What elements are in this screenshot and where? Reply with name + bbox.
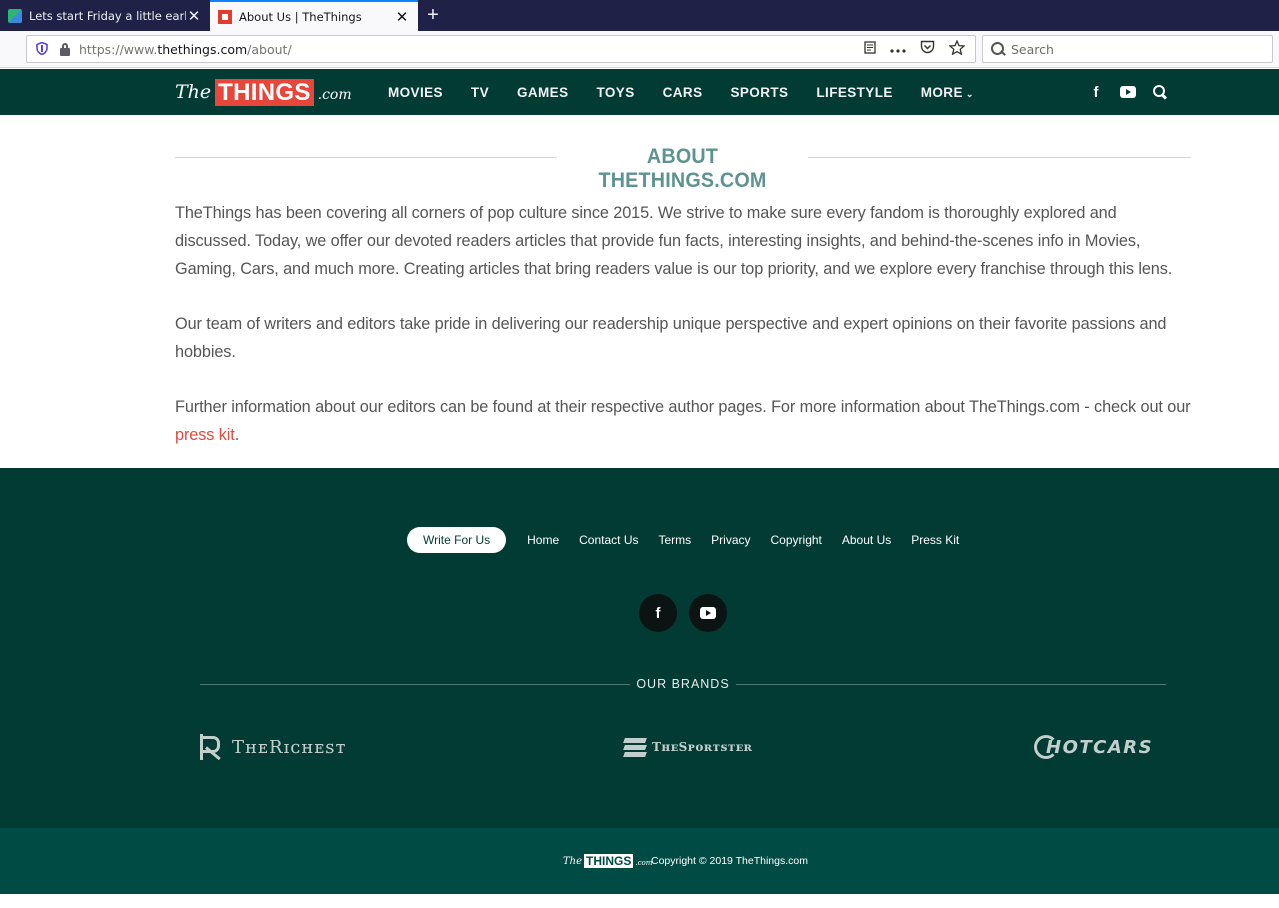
browser-search-input[interactable] <box>1011 41 1251 57</box>
url-bar[interactable]: https://www.thethings.com/about/ <box>26 35 976 63</box>
brand-therichest-logo[interactable]: TʜᴇRɪᴄʜᴇꜱᴛ <box>200 730 347 764</box>
footer-link-about[interactable]: About Us <box>842 533 891 547</box>
brands-label: OUR BRANDS <box>636 677 730 691</box>
site-logo[interactable]: The THINGS .com <box>175 78 352 106</box>
browser-tab-2[interactable]: About Us | TheThings ✕ <box>210 0 418 31</box>
facebook-icon[interactable]: f <box>1088 84 1104 101</box>
search-icon[interactable] <box>1152 84 1168 100</box>
close-tab-icon[interactable]: ✕ <box>186 8 202 24</box>
footer-link-home[interactable]: Home <box>527 533 559 547</box>
title-divider <box>808 157 1191 158</box>
bookmark-star-icon[interactable] <box>948 38 966 59</box>
reader-view-icon[interactable] <box>864 40 876 58</box>
search-icon <box>991 42 1005 56</box>
url-text[interactable]: https://www.thethings.com/about/ <box>79 42 864 57</box>
footer-link-copyright[interactable]: Copyright <box>771 533 822 547</box>
footer-youtube-button[interactable] <box>689 594 727 632</box>
page-actions-icon[interactable] <box>890 42 906 57</box>
about-paragraph-3: Further information about our editors ca… <box>175 398 1191 444</box>
nav-cars[interactable]: CARS <box>663 85 703 100</box>
thesportster-mark-icon <box>623 737 647 757</box>
page-title: ABOUT THETHINGS.COM <box>598 145 767 192</box>
footer-link-contact[interactable]: Contact Us <box>579 533 638 547</box>
about-paragraph-2: Our team of writers and editors take pri… <box>175 315 1167 361</box>
tab-title: About Us | TheThings <box>239 9 362 24</box>
youtube-icon[interactable] <box>1120 86 1136 98</box>
brands-divider <box>200 684 630 685</box>
brand-thesportster-logo[interactable]: TʜᴇSᴘᴏʀᴛꜱᴛᴇʀ <box>623 730 753 764</box>
tab-favicon-icon <box>218 9 232 24</box>
nav-toys[interactable]: TOYS <box>597 85 635 100</box>
nav-games[interactable]: GAMES <box>517 85 569 100</box>
site-footer: Write For Us Home Contact Us Terms Priva… <box>0 468 1279 828</box>
footer-link-press-kit[interactable]: Press Kit <box>911 533 959 547</box>
copyright-text: Copyright © 2019 TheThings.com <box>651 855 808 867</box>
footer-link-privacy[interactable]: Privacy <box>711 533 750 547</box>
footer-links: Write For Us Home Contact Us Terms Priva… <box>407 527 979 553</box>
new-tab-button[interactable]: + <box>418 0 448 31</box>
our-brands-heading: OUR BRANDS <box>200 673 1166 697</box>
nav-movies[interactable]: MOVIES <box>388 85 443 100</box>
about-paragraph-1: TheThings has been covering all corners … <box>175 204 1173 278</box>
nav-lifestyle[interactable]: LIFESTYLE <box>816 85 892 100</box>
therichest-mark-icon <box>200 734 224 760</box>
facebook-icon: f <box>655 604 661 622</box>
footer-bottom-bar: The THINGS .com Copyright © 2019 TheThin… <box>0 828 1279 894</box>
brand-hotcars-logo[interactable]: HOTCARS <box>1034 730 1153 764</box>
brands-divider <box>736 684 1166 685</box>
title-row: ABOUT THETHINGS.COM <box>175 115 1191 199</box>
browser-search-bar[interactable] <box>982 35 1273 63</box>
about-content: ABOUT THETHINGS.COM TheThings has been c… <box>175 115 1191 476</box>
tracking-shield-icon[interactable] <box>35 41 49 56</box>
youtube-icon <box>700 607 716 619</box>
chevron-down-icon: ⌄ <box>965 88 974 99</box>
site-header: The THINGS .com MOVIES TV GAMES TOYS CAR… <box>0 69 1279 115</box>
close-tab-icon[interactable]: ✕ <box>394 9 410 25</box>
pocket-icon[interactable] <box>920 40 935 58</box>
nav-sports[interactable]: SPORTS <box>730 85 788 100</box>
write-for-us-button[interactable]: Write For Us <box>407 527 507 553</box>
main-nav: MOVIES TV GAMES TOYS CARS SPORTS LIFESTY… <box>388 69 1002 115</box>
footer-link-terms[interactable]: Terms <box>659 533 692 547</box>
page-bottom-strip <box>0 894 1279 908</box>
tab-title: Lets start Friday a little early! | T <box>29 8 186 23</box>
tab-favicon-icon <box>8 8 22 23</box>
browser-toolbar: https://www.thethings.com/about/ <box>0 31 1279 68</box>
nav-tv[interactable]: TV <box>471 85 489 100</box>
browser-tab-1[interactable]: Lets start Friday a little early! | T ✕ <box>0 0 210 31</box>
lock-icon[interactable] <box>59 42 71 56</box>
press-kit-link[interactable]: press kit <box>175 426 235 444</box>
footer-facebook-button[interactable]: f <box>639 594 677 632</box>
browser-tab-bar: Lets start Friday a little early! | T ✕ … <box>0 0 1279 31</box>
title-divider <box>175 157 557 158</box>
nav-more[interactable]: MORE ⌄ <box>921 85 974 100</box>
footer-logo[interactable]: The THINGS .com <box>563 853 652 869</box>
